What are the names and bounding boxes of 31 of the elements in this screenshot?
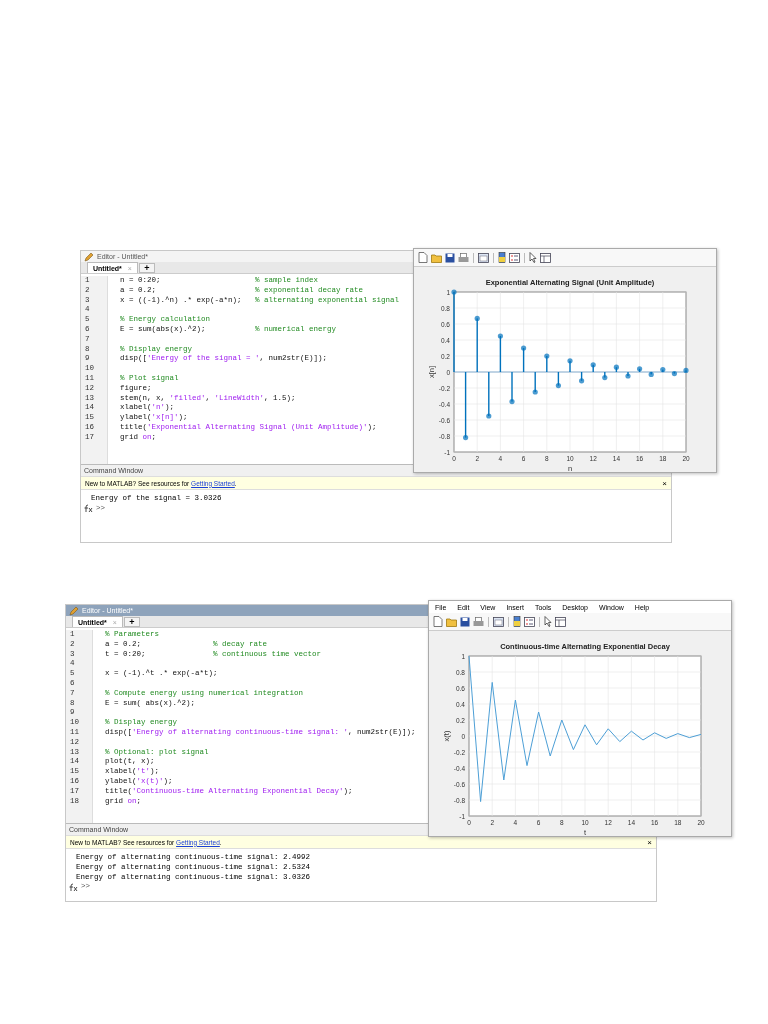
stem-marker [555, 383, 561, 389]
function-icon[interactable] [68, 882, 78, 892]
window-icon[interactable] [493, 616, 504, 627]
pointer-icon[interactable] [529, 252, 537, 263]
property-editor-icon[interactable] [540, 252, 551, 263]
new-file-icon[interactable] [433, 616, 443, 627]
colorbar-icon[interactable] [498, 252, 506, 263]
pencil-icon [84, 251, 94, 262]
stem-marker [579, 378, 585, 384]
stem-marker [613, 364, 619, 370]
close-icon[interactable]: × [647, 837, 652, 847]
function-icon[interactable] [83, 504, 93, 514]
new-tab-button[interactable]: + [138, 263, 155, 273]
save-icon[interactable] [460, 616, 470, 627]
stem-marker [474, 315, 480, 321]
new-file-icon[interactable] [418, 252, 428, 263]
legend-icon[interactable] [509, 252, 520, 263]
pencil-icon [69, 605, 79, 616]
save-icon[interactable] [445, 252, 455, 263]
stem-marker [671, 371, 677, 377]
stem-marker [590, 362, 596, 368]
colorbar-icon[interactable] [513, 616, 521, 627]
stem-marker [497, 333, 503, 339]
property-editor-icon[interactable] [555, 616, 566, 627]
stem-marker [521, 345, 527, 351]
close-icon[interactable]: × [662, 478, 667, 488]
window-icon[interactable] [478, 252, 489, 263]
pointer-icon[interactable] [544, 616, 552, 627]
new-tab-button[interactable]: + [123, 617, 140, 627]
stem-marker [463, 435, 469, 441]
legend-icon[interactable] [524, 616, 535, 627]
